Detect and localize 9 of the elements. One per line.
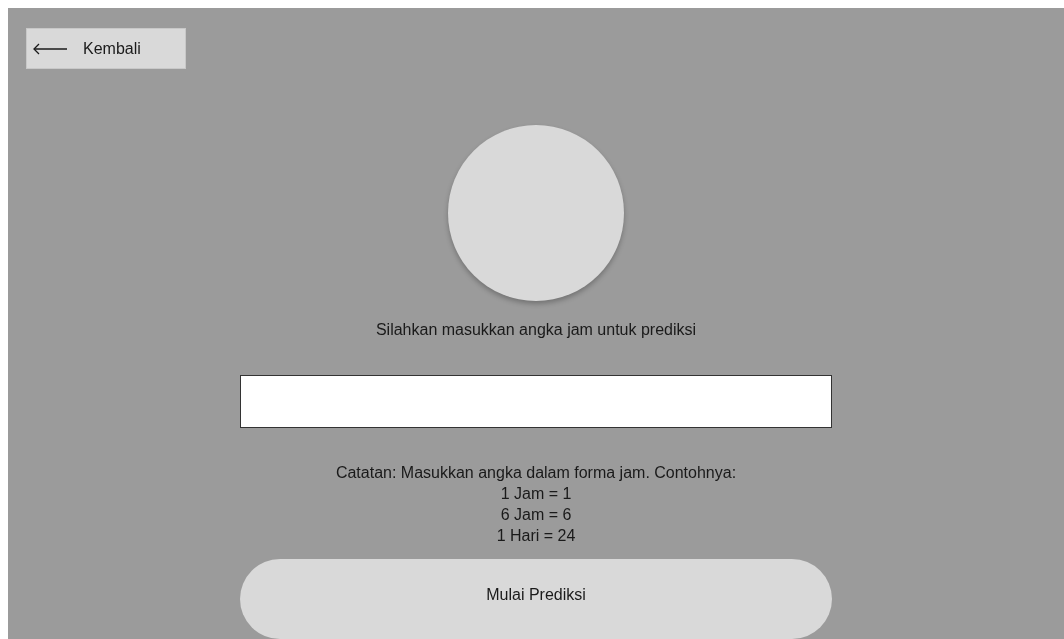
back-arrow-icon	[33, 42, 67, 55]
note-text: 6 Jam = 6	[500, 505, 572, 525]
hours-input-field[interactable]	[240, 375, 832, 428]
prompt-text: Silahkan masukkan angka jam untuk prediksi	[375, 320, 697, 340]
back-button[interactable]: Kembali	[26, 28, 186, 69]
note-text: 1 Jam = 1	[500, 484, 572, 504]
note-text: 1 Hari = 24	[496, 526, 576, 546]
start-prediction-button[interactable]: Mulai Prediksi	[240, 559, 832, 639]
note-text: Catatan: Masukkan angka dalam forma jam. Contohnya:	[335, 463, 737, 483]
